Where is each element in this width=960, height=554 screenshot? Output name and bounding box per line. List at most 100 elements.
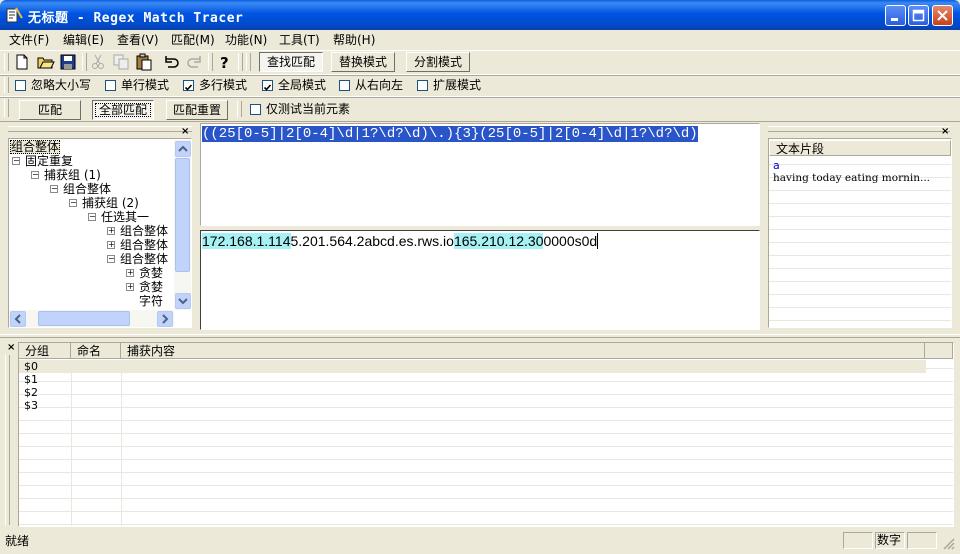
redo-button[interactable] (185, 52, 205, 72)
toolbar-grip[interactable] (4, 99, 9, 117)
toolbar-grip[interactable] (4, 77, 9, 93)
new-file-button[interactable] (12, 52, 32, 72)
new-file-icon (16, 54, 28, 70)
option-checkbox-1[interactable] (105, 80, 116, 91)
collapse-icon[interactable]: − (50, 185, 58, 193)
expand-icon[interactable]: + (107, 241, 115, 249)
snippet-item[interactable]: a (773, 159, 780, 172)
paste-button[interactable] (134, 52, 154, 72)
expand-icon[interactable]: + (126, 283, 134, 291)
toolbar-grip[interactable] (4, 53, 9, 71)
results-panel-close-icon[interactable]: × (7, 343, 15, 353)
collapse-icon[interactable]: − (88, 213, 96, 221)
tree-scroll-left-button[interactable] (10, 311, 26, 327)
test-current-checkbox[interactable] (250, 104, 261, 115)
tree-node-label: 任选其一 (101, 210, 150, 224)
snippets-panel-grip[interactable] (768, 126, 950, 132)
match-reset-button[interactable]: 匹配重置 (166, 100, 228, 120)
resize-grip-icon (943, 538, 955, 550)
tree-node-label: 组合整体 (120, 238, 169, 252)
snippet-item[interactable]: having today eating mornin... (773, 172, 930, 185)
results-col-content[interactable]: 捕获内容 (121, 343, 925, 359)
result-row-group[interactable]: $1 (24, 373, 38, 386)
resize-grip[interactable] (940, 535, 956, 551)
results-panel-grip[interactable] (5, 355, 10, 525)
results-col-name[interactable]: 命名 (71, 343, 121, 359)
syntax-tree[interactable]: 组合整体 − 固定重复 − 捕获组 (1) − 组合整体 − 捕获组 (2) − 任选其一 + 组合整体… (9, 140, 174, 310)
results-selected-row[interactable] (19, 360, 926, 373)
menu-edit[interactable]: 编辑(E) (63, 32, 104, 48)
help-button[interactable]: ? (214, 52, 234, 72)
tree-scroll-right-button[interactable] (157, 311, 173, 327)
toolbar-separator (82, 53, 87, 71)
chevron-right-icon (162, 314, 169, 324)
tree-scroll-up-button[interactable] (175, 141, 191, 157)
collapse-icon[interactable]: − (69, 199, 77, 207)
match-all-button[interactable]: 全部匹配 (92, 100, 154, 120)
menu-help[interactable]: 帮助(H) (333, 32, 375, 48)
results-col-filler (925, 343, 953, 359)
results-col-divider (121, 360, 122, 526)
tree-hscroll-thumb[interactable] (38, 311, 130, 326)
replace-mode-button[interactable]: 替换模式 (331, 52, 395, 72)
tree-panel-grip[interactable] (8, 126, 192, 132)
copy-button[interactable] (111, 52, 131, 72)
results-col-group[interactable]: 分组 (19, 343, 71, 359)
result-row-group[interactable]: $2 (24, 386, 38, 399)
tree-vscroll-thumb[interactable] (175, 158, 190, 272)
undo-icon (165, 56, 179, 68)
option-checkbox-2[interactable] (183, 80, 194, 91)
tree-panel-close-icon[interactable]: × (181, 127, 189, 137)
regex-pattern[interactable]: ((25[0-5]|2[0-4]\d|1?\d?\d)\.){3}(25[0-5… (202, 125, 698, 143)
split-mode-button[interactable]: 分割模式 (406, 52, 470, 72)
maximize-button[interactable] (908, 5, 929, 26)
expand-icon[interactable]: + (126, 269, 134, 277)
close-button[interactable] (932, 5, 953, 26)
results-splitter[interactable] (0, 334, 960, 338)
menu-match[interactable]: 匹配(M) (171, 32, 215, 48)
result-row-group[interactable]: $0 (24, 360, 38, 373)
toolbar-grip[interactable] (246, 53, 251, 71)
snippets-header[interactable]: 文本片段 (769, 140, 951, 156)
find-match-mode-button[interactable]: 查找匹配 (259, 52, 323, 72)
text-segment: 0000s0d (543, 233, 598, 249)
menu-view[interactable]: 查看(V) (117, 32, 159, 48)
toolbar-separator (208, 53, 213, 71)
save-icon (60, 54, 76, 70)
check-icon (184, 84, 193, 91)
open-file-button[interactable] (36, 52, 56, 72)
collapse-icon[interactable]: − (107, 255, 115, 263)
result-row-group[interactable]: $3 (24, 399, 38, 412)
svg-text:?: ? (220, 54, 229, 72)
expand-icon[interactable]: + (107, 227, 115, 235)
status-num-lock: 数字 (875, 532, 905, 549)
snippets-panel-close-icon[interactable]: × (941, 127, 949, 137)
tree-node-label: 组合整体 (63, 182, 112, 196)
match-button[interactable]: 匹配 (19, 100, 81, 120)
snippets-panel (768, 138, 952, 328)
minimize-button[interactable] (885, 5, 906, 26)
cut-button[interactable] (88, 52, 108, 72)
menu-function[interactable]: 功能(N) (225, 32, 267, 48)
menu-file[interactable]: 文件(F) (9, 32, 49, 48)
undo-button[interactable] (161, 52, 181, 72)
menu-tools[interactable]: 工具(T) (279, 32, 320, 48)
option-label: 多行模式 (199, 78, 248, 92)
regex-pattern-text: ((25[0-5]|2[0-4]\d|1?\d?\d)\.){3}(25[0-5… (202, 126, 698, 142)
tree-node-label: 贪婪 (139, 280, 164, 294)
status-bar (0, 530, 960, 554)
match-highlight: 172.168.1.114 (202, 233, 291, 249)
tree-node-label: 组合整体 (120, 224, 169, 238)
option-checkbox-5[interactable] (417, 80, 428, 91)
save-button[interactable] (58, 52, 78, 72)
option-label: 扩展模式 (433, 78, 482, 92)
open-folder-icon (37, 57, 55, 69)
tree-scroll-down-button[interactable] (175, 293, 191, 309)
option-checkbox-0[interactable] (15, 80, 26, 91)
close-icon (937, 10, 948, 21)
test-text-content[interactable]: 172.168.1.1145.201.564.2abcd.es.rws.io16… (202, 232, 599, 250)
option-checkbox-4[interactable] (339, 80, 350, 91)
option-checkbox-3[interactable] (262, 80, 273, 91)
collapse-icon[interactable]: − (31, 171, 39, 179)
collapse-icon[interactable]: − (12, 157, 20, 165)
